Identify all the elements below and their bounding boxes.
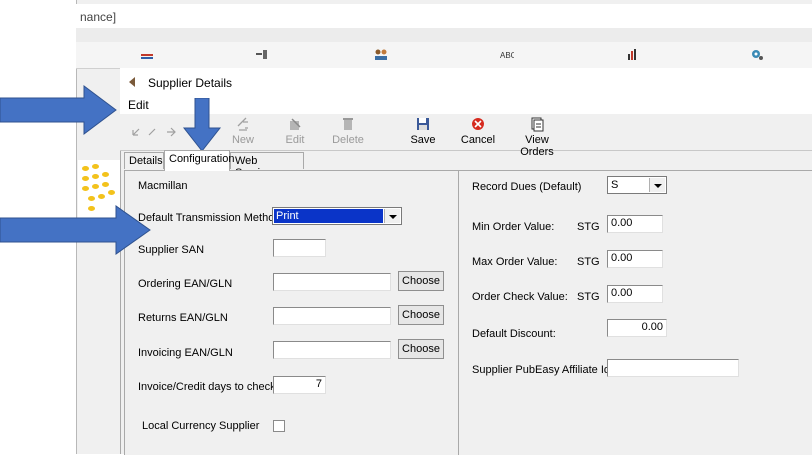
dialog-title-bar: Supplier Details	[120, 68, 812, 94]
edit-button[interactable]: Edit	[280, 116, 310, 146]
transmission-method-label: Default Transmission Method	[138, 212, 281, 224]
tab-web-services[interactable]: Web Services	[230, 152, 304, 179]
days-to-check-label: Invoice/Credit days to check	[138, 381, 276, 393]
background-title-text: nance]	[80, 10, 117, 24]
dialog-menu-bar: Edit	[120, 94, 812, 114]
edit-icon	[290, 118, 301, 130]
save-button[interactable]: Save	[406, 116, 440, 146]
max-order-field[interactable]: 0.00	[607, 250, 663, 268]
ordering-choose-button[interactable]: Choose	[398, 271, 444, 291]
min-order-label: Min Order Value:	[472, 221, 555, 233]
order-check-currency: STG	[577, 291, 600, 303]
dialog-app-icon	[129, 77, 135, 87]
returns-ean-field[interactable]	[273, 307, 391, 325]
pubeasy-affiliate-label: Supplier PubEasy Affiliate Id	[472, 364, 610, 376]
annotation-arrow-configuration-icon	[182, 98, 222, 152]
invoicing-ean-field[interactable]	[273, 341, 391, 359]
returns-choose-button[interactable]: Choose	[398, 305, 444, 325]
delete-icon	[343, 118, 353, 130]
cancel-icon	[472, 118, 484, 130]
tab-configuration[interactable]: Configuration	[164, 150, 234, 171]
people-icon[interactable]	[374, 48, 388, 61]
default-discount-field[interactable]: 0.00	[607, 319, 667, 337]
ordering-ean-field[interactable]	[273, 273, 391, 291]
days-to-check-field[interactable]: 7	[273, 376, 326, 394]
pubeasy-affiliate-field[interactable]	[607, 359, 739, 377]
chevron-down-icon	[649, 178, 665, 192]
chart-icon[interactable]	[626, 48, 640, 61]
navigation-arrows-icon[interactable]	[130, 124, 180, 138]
supplier-name: Macmillan	[138, 180, 188, 192]
local-currency-checkbox[interactable]	[273, 420, 285, 432]
settings-icon[interactable]	[750, 48, 764, 61]
record-dues-value: S	[611, 179, 619, 191]
tab-details[interactable]: Details	[124, 152, 164, 169]
view-orders-icon	[531, 117, 544, 132]
invoicing-ean-label: Invoicing EAN/GLN	[138, 347, 233, 359]
view-orders-button[interactable]: View Orders	[508, 116, 566, 158]
returns-ean-label: Returns EAN/GLN	[138, 312, 228, 324]
annotation-arrow-transmission-icon	[0, 205, 151, 255]
supplier-san-field[interactable]	[273, 239, 326, 257]
record-dues-select[interactable]: S	[607, 176, 667, 194]
max-order-label: Max Order Value:	[472, 256, 558, 268]
default-discount-label: Default Discount:	[472, 328, 556, 340]
ordering-ean-label: Ordering EAN/GLN	[138, 278, 233, 290]
delete-button[interactable]: Delete	[330, 116, 366, 146]
transmission-method-select[interactable]: Print	[272, 207, 402, 225]
max-order-currency: STG	[577, 256, 600, 268]
background-toolbar	[76, 42, 812, 69]
transmission-method-value: Print	[274, 209, 383, 223]
cancel-button[interactable]: Cancel	[460, 116, 496, 146]
svg-text:ABC: ABC	[500, 51, 514, 60]
menu-edit[interactable]: Edit	[128, 98, 149, 112]
record-dues-label: Record Dues (Default)	[472, 181, 582, 193]
books-icon[interactable]	[140, 48, 154, 61]
background-window-title: nance]	[76, 4, 812, 29]
transfer-icon[interactable]	[254, 48, 268, 61]
invoicing-choose-button[interactable]: Choose	[398, 339, 444, 359]
order-check-label: Order Check Value:	[472, 291, 568, 303]
annotation-arrow-edit-icon	[0, 85, 117, 135]
new-icon	[237, 117, 248, 131]
dialog-title: Supplier Details	[148, 76, 233, 90]
configuration-right-panel	[458, 170, 812, 455]
background-menu-strip	[76, 28, 812, 42]
min-order-currency: STG	[577, 221, 600, 233]
spelling-icon[interactable]: ABC	[500, 48, 514, 61]
min-order-field[interactable]: 0.00	[607, 215, 663, 233]
new-button[interactable]: New	[228, 116, 258, 146]
local-currency-label: Local Currency Supplier	[142, 420, 260, 432]
order-check-field[interactable]: 0.00	[607, 285, 663, 303]
save-icon	[417, 118, 429, 130]
chevron-down-icon	[384, 209, 400, 223]
